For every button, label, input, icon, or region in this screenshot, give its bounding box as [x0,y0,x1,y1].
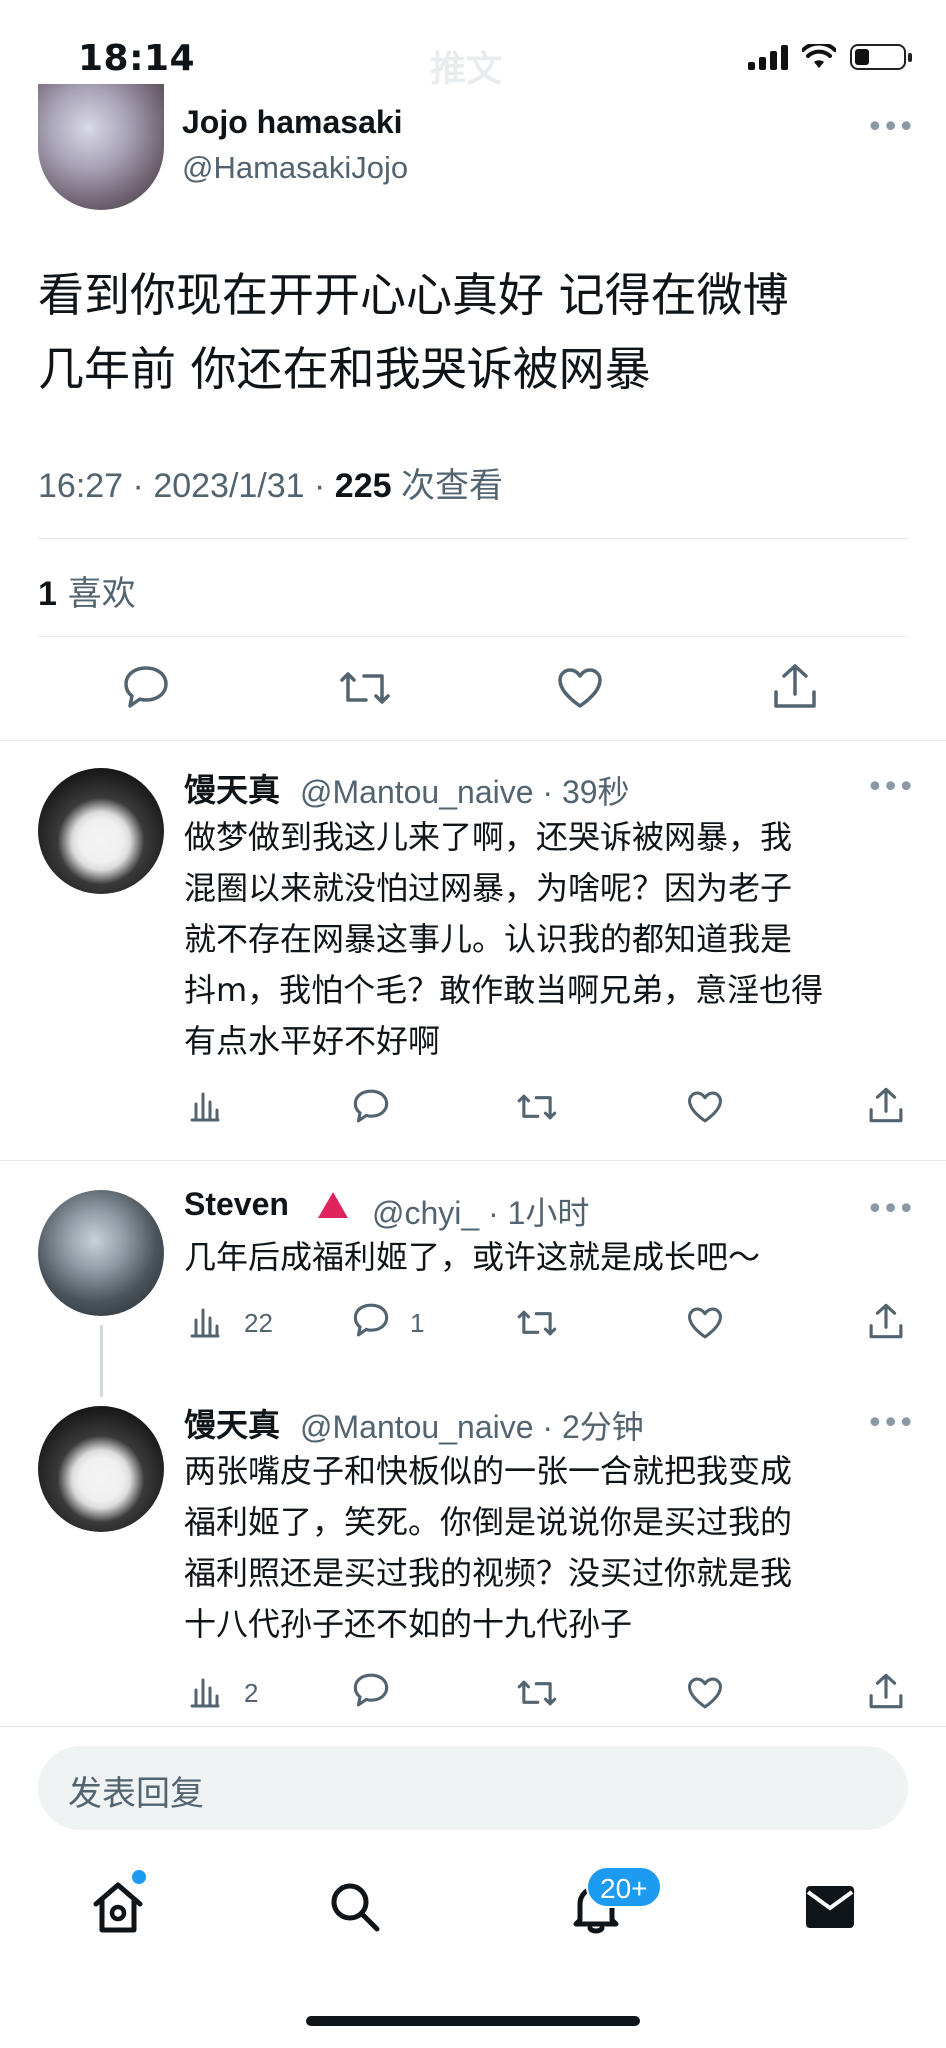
battery-icon [850,44,912,70]
views-icon[interactable] [188,1676,222,1710]
reply-input[interactable]: 发表回复 [38,1746,908,1830]
likes-stat[interactable]: 1 喜欢 [38,566,136,615]
home-notification-dot [132,1870,146,1884]
reply-author-name[interactable]: 馒天真 [184,1400,280,1446]
reply-author-handle[interactable]: @Mantou_naive · 2分钟 [300,1402,644,1448]
reply-input-placeholder: 发表回复 [68,1774,204,1814]
reply-text-line: 福利姬了，笑死。你倒是说说你是买过我的 [184,1503,793,1541]
divider [38,636,908,637]
tweet-date[interactable]: 2023/1/31 [153,467,304,505]
reply-avatar[interactable] [38,768,164,894]
home-indicator [306,2016,640,2026]
divider [0,1160,946,1161]
more-icon[interactable]: ••• [866,770,915,805]
more-icon[interactable]: ••• [866,1406,915,1441]
share-icon[interactable] [772,662,818,710]
reply-text: 两张嘴皮子和快板似的一张一合就把我变成 福利姬了，笑死。你倒是说说你是买过我的 … [184,1446,914,1650]
author-handle[interactable]: @HamasakiJojo [182,150,408,186]
notifications-badge: 20+ [586,1866,662,1908]
retweet-icon[interactable] [516,1090,558,1124]
likes-count: 1 [38,575,57,613]
reply-text: 几年后成福利姬了，或许这就是成长吧～ [184,1232,914,1283]
author-name[interactable]: Jojo hamasaki [182,104,403,141]
tweet-time: 16:27 [38,467,124,505]
meta-separator: · [304,467,335,505]
warning-triangle-icon [318,1192,348,1218]
reply-icon[interactable] [352,1672,390,1708]
signal-icon [748,44,788,70]
tweet-meta: 16:27 · 2023/1/31 · 225 次查看 [38,458,503,507]
thread-line [100,1325,103,1397]
reply-text-line: 十八代孙子还不如的十九代孙子 [184,1605,633,1643]
home-icon[interactable] [90,1880,146,1938]
share-icon[interactable] [868,1086,904,1124]
reply-text-line: 抖m，我怕个毛？敢作敢当啊兄弟，意淫也得 [184,971,824,1009]
search-icon[interactable] [328,1880,382,1938]
likes-label: 喜欢 [56,574,136,614]
reply-text: 做梦做到我这儿来了啊，还哭诉被网暴，我 混圈以来就没怕过网暴，为啥呢？因为老子 … [184,812,914,1067]
retweet-icon[interactable] [516,1306,558,1340]
reply-icon[interactable] [352,1088,390,1124]
tweet-text-line: 看到你现在开开心心真好 记得在微博 [38,268,789,322]
reply-author-name[interactable]: 馒天真 [184,765,280,811]
views-count: 22 [244,1308,273,1338]
reply-text-line: 有点水平好不好啊 [184,1022,441,1060]
author-avatar[interactable] [38,84,164,210]
wifi-icon [802,44,836,68]
reply-avatar[interactable] [38,1190,164,1316]
reply-author-handle[interactable]: @Mantou_naive · 39秒 [300,767,630,813]
like-icon[interactable] [686,1676,724,1710]
status-time: 18:14 [78,38,196,79]
divider [0,740,946,741]
reply-icon[interactable] [352,1302,390,1338]
mail-icon[interactable] [804,1884,856,1934]
share-icon[interactable] [868,1672,904,1710]
views-label: 次查看 [391,467,503,505]
reply-author-name[interactable]: Steven [184,1186,289,1223]
faded-header-title: 推文 [430,49,503,90]
status-icons [748,44,912,70]
views-icon[interactable] [188,1090,222,1124]
retweet-icon[interactable] [516,1676,558,1710]
more-icon[interactable]: ••• [866,110,915,145]
like-icon[interactable] [686,1090,724,1124]
reply-text-line: 两张嘴皮子和快板似的一张一合就把我变成 [184,1452,793,1490]
more-icon[interactable]: ••• [866,1192,915,1227]
share-icon[interactable] [868,1302,904,1340]
reply-author-handle[interactable]: @chyi_ · 1小时 [372,1188,589,1234]
views-icon[interactable] [188,1306,222,1340]
reply-text-line: 做梦做到我这儿来了啊，还哭诉被网暴，我 [184,818,793,856]
reply-icon[interactable] [122,664,170,710]
reply-text-line: 混圈以来就没怕过网暴，为啥呢？因为老子 [184,869,793,907]
meta-separator: · [123,467,154,505]
reply-text-line: 福利照还是买过我的视频？没买过你就是我 [184,1554,793,1592]
reply-avatar[interactable] [38,1406,164,1532]
views-count: 2 [244,1678,259,1708]
replies-count: 1 [410,1308,425,1338]
reply-text-line: 几年后成福利姬了，或许这就是成长吧～ [184,1238,761,1276]
views-count: 225 [334,467,392,505]
divider [0,1726,946,1727]
reply-text-line: 就不存在网暴这事儿。认识我的都知道我是 [184,920,793,958]
like-icon[interactable] [686,1306,724,1340]
tweet-text-line: 几年前 你还在和我哭诉被网暴 [38,342,651,396]
divider [38,538,908,539]
retweet-icon[interactable] [338,666,392,710]
tweet-text: 看到你现在开开心心真好 记得在微博 几年前 你还在和我哭诉被网暴 [38,258,908,406]
like-icon[interactable] [556,666,604,710]
